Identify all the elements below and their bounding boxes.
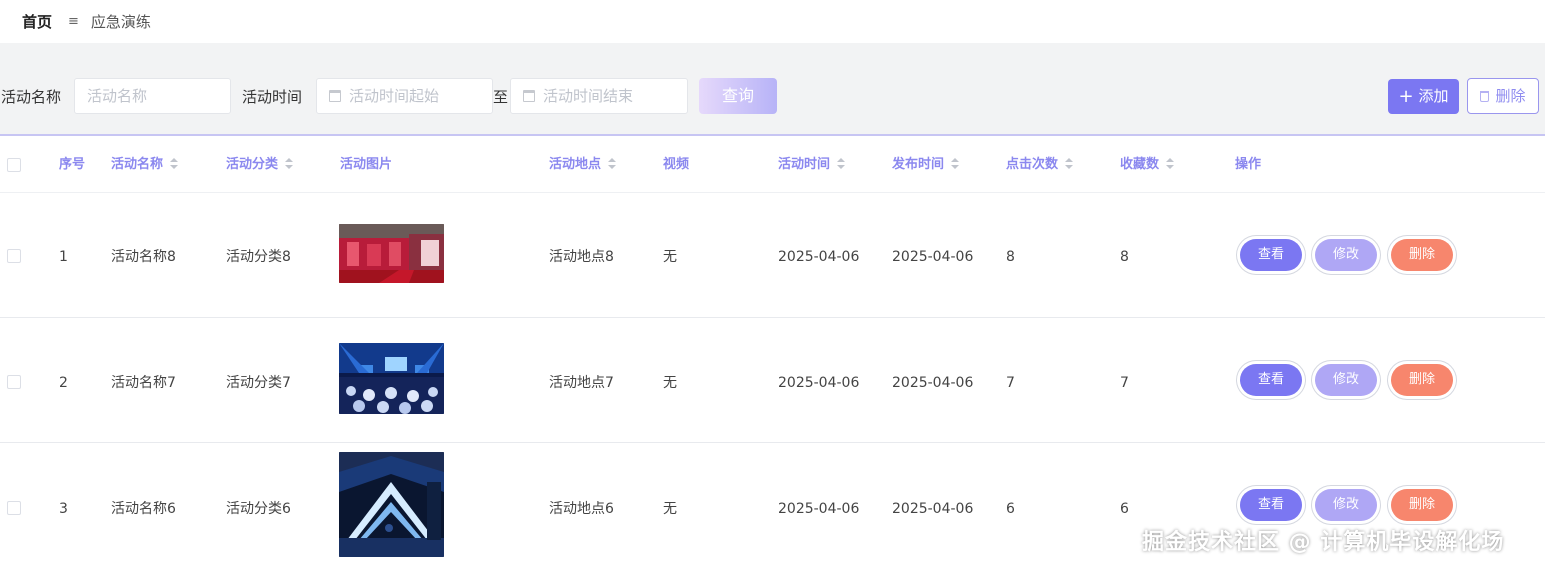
row-checkbox[interactable] [7,249,21,263]
add-button[interactable]: + 添加 [1388,79,1459,114]
table-header: 序号 活动名称 活动分类 活动图片 活动地点 视频 活动时间 发布时间 点击次数… [0,136,1545,193]
delete-button[interactable]: 删除 [1391,239,1453,271]
row-publish-time: 2025-04-06 [892,375,974,391]
col-favorites[interactable]: 收藏数 [1120,156,1175,174]
name-filter-label: 活动名称 [1,88,62,106]
row-index: 1 [59,249,68,265]
table-row: 1 活动名称8 活动分类8 活动地点8 无 2025-04-06 2025-04… [0,193,1545,318]
row-checkbox[interactable] [7,375,21,389]
menu-icon[interactable]: ≡ [68,14,79,29]
col-name-label: 活动名称 [111,157,164,172]
edit-button[interactable]: 修改 [1315,239,1377,271]
row-name: 活动名称8 [111,249,176,265]
row-checkbox[interactable] [7,501,21,515]
name-filter-input[interactable]: 活动名称 [74,78,231,114]
col-video: 视频 [663,157,690,172]
table-row: 2 活动名称7 活动分类7 活动地点7 无 2025-04-06 2025-04… [0,318,1545,443]
time-start-input[interactable]: 活动时间起始 [316,78,493,114]
delete-button[interactable]: 删除 [1391,489,1453,521]
view-button[interactable]: 查看 [1240,364,1302,396]
sort-icon[interactable] [951,158,960,169]
batch-delete-button[interactable]: 删除 [1467,78,1539,114]
col-index: 序号 [59,157,86,172]
row-activity-time: 2025-04-06 [778,249,860,265]
batch-delete-label: 删除 [1495,87,1526,105]
col-clicks-label: 点击次数 [1006,157,1059,172]
row-category: 活动分类7 [226,375,291,391]
sort-icon[interactable] [837,158,846,169]
col-actions: 操作 [1235,157,1262,172]
col-image: 活动图片 [340,157,393,172]
edit-button[interactable]: 修改 [1315,489,1377,521]
time-start-placeholder: 活动时间起始 [349,87,440,105]
col-category-label: 活动分类 [226,157,279,172]
row-favorites: 8 [1120,249,1129,265]
row-location: 活动地点8 [549,249,614,265]
time-end-placeholder: 活动时间结束 [543,87,634,105]
col-favorites-label: 收藏数 [1120,157,1160,172]
row-video: 无 [663,375,677,391]
sort-icon[interactable] [1166,158,1175,169]
name-filter-placeholder: 活动名称 [87,87,148,105]
row-favorites: 6 [1120,501,1129,517]
calendar-icon [523,90,535,102]
row-location: 活动地点7 [549,375,614,391]
sort-icon[interactable] [608,158,617,169]
time-filter-label: 活动时间 [242,88,303,106]
col-location-label: 活动地点 [549,157,602,172]
row-index: 3 [59,501,68,517]
row-publish-time: 2025-04-06 [892,249,974,265]
add-button-label: 添加 [1418,87,1449,105]
row-name: 活动名称7 [111,375,176,391]
delete-button[interactable]: 删除 [1391,364,1453,396]
time-range-separator: 至 [493,88,509,106]
activity-image[interactable] [339,343,444,414]
plus-icon: + [1398,86,1414,107]
time-end-input[interactable]: 活动时间结束 [510,78,688,114]
select-all-checkbox[interactable] [7,158,21,172]
view-button[interactable]: 查看 [1240,489,1302,521]
view-button[interactable]: 查看 [1240,239,1302,271]
row-clicks: 7 [1006,375,1015,391]
row-video: 无 [663,501,677,517]
sort-icon[interactable] [285,158,294,169]
sort-icon[interactable] [1065,158,1074,169]
activity-table: 序号 活动名称 活动分类 活动图片 活动地点 视频 活动时间 发布时间 点击次数… [0,134,1545,570]
query-button[interactable]: 查询 [699,78,777,114]
row-publish-time: 2025-04-06 [892,501,974,517]
row-category: 活动分类8 [226,249,291,265]
row-clicks: 8 [1006,249,1015,265]
breadcrumb-home[interactable]: 首页 [22,11,52,32]
row-activity-time: 2025-04-06 [778,375,860,391]
row-video: 无 [663,249,677,265]
row-location: 活动地点6 [549,501,614,517]
col-activity-time-label: 活动时间 [778,157,831,172]
col-publish-time[interactable]: 发布时间 [892,156,960,174]
row-name: 活动名称6 [111,501,176,517]
col-category[interactable]: 活动分类 [226,156,294,174]
row-activity-time: 2025-04-06 [778,501,860,517]
row-clicks: 6 [1006,501,1015,517]
row-index: 2 [59,375,68,391]
breadcrumb: 首页 ≡ 应急演练 [0,0,1545,43]
sort-icon[interactable] [170,158,179,169]
col-activity-time[interactable]: 活动时间 [778,156,846,174]
col-clicks[interactable]: 点击次数 [1006,156,1074,174]
breadcrumb-current: 应急演练 [90,13,151,31]
col-location[interactable]: 活动地点 [549,156,617,174]
row-favorites: 7 [1120,375,1129,391]
col-publish-time-label: 发布时间 [892,157,945,172]
row-category: 活动分类6 [226,501,291,517]
activity-image[interactable] [339,224,444,283]
activity-image[interactable] [339,452,444,557]
calendar-icon [329,90,341,102]
watermark: 掘金技术社区 @ 计算机毕设解化场 [1142,530,1505,555]
col-name[interactable]: 活动名称 [111,156,179,174]
edit-button[interactable]: 修改 [1315,364,1377,396]
trash-icon [1480,91,1490,102]
